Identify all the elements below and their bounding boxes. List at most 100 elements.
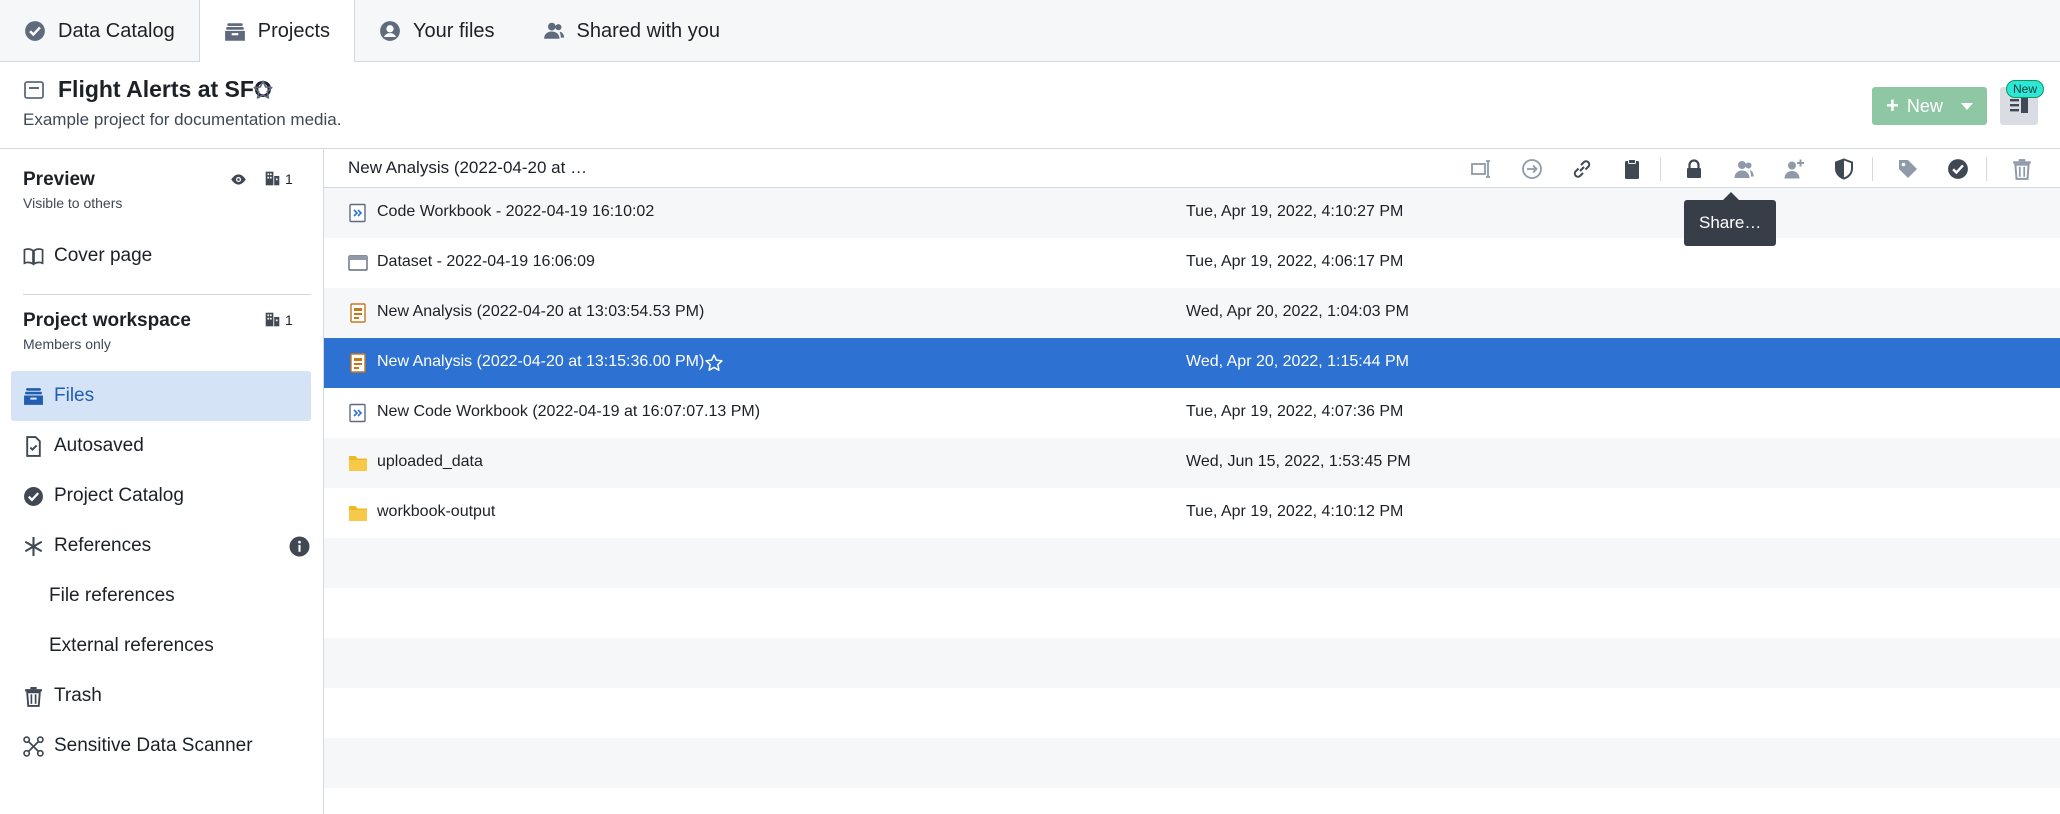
sidebar-divider (23, 294, 311, 295)
file-date: Tue, Apr 19, 2022, 4:07:36 PM (1186, 403, 1404, 420)
share-button[interactable] (1732, 157, 1756, 181)
add-user-icon (1784, 159, 1804, 179)
tag-icon (1899, 160, 1917, 178)
new-button[interactable]: + New (1872, 87, 1987, 125)
shield-icon (1835, 158, 1853, 180)
file-date: Wed, Apr 20, 2022, 1:15:44 PM (1186, 353, 1409, 370)
trash-icon (2013, 159, 2031, 180)
favorite-star-icon[interactable] (252, 79, 274, 101)
empty-row (324, 588, 2060, 638)
delete-button[interactable] (2010, 157, 2034, 181)
check-circle-icon (25, 21, 45, 41)
file-date: Tue, Apr 19, 2022, 4:10:12 PM (1186, 503, 1404, 520)
clipboard-button[interactable] (1620, 157, 1644, 181)
table-row[interactable]: uploaded_data Wed, Jun 15, 2022, 1:53:45… (324, 438, 2060, 488)
move-button[interactable] (1520, 157, 1544, 181)
dataset-icon (348, 255, 368, 271)
projects-icon (224, 22, 245, 41)
sidebar-item-cover-page[interactable]: Cover page (11, 231, 311, 281)
check-circle-icon (24, 486, 43, 506)
sidebar-item-external-references[interactable]: External references (11, 621, 311, 671)
sidebar-item-label: Sensitive Data Scanner (54, 735, 253, 756)
sidebar-item-label: Trash (54, 685, 102, 706)
check-circle-icon (1948, 159, 1968, 179)
building-icon (265, 312, 280, 327)
tab-label: Projects (257, 20, 330, 42)
sidebar-item-label: Cover page (54, 245, 153, 266)
sidebar-item-trash[interactable]: Trash (11, 671, 311, 721)
lock-button[interactable] (1682, 157, 1706, 181)
file-date: Wed, Apr 20, 2022, 1:04:03 PM (1186, 303, 1409, 320)
info-icon[interactable] (289, 536, 310, 557)
book-icon (23, 247, 44, 266)
table-row[interactable]: Dataset - 2022-04-19 16:06:09 Tue, Apr 1… (324, 238, 2060, 288)
copy-link-button[interactable] (1570, 157, 1594, 181)
building-icon (265, 171, 280, 186)
table-row[interactable]: New Analysis (2022-04-20 at 13:03:54.53 … (324, 288, 2060, 338)
table-row[interactable]: workbook-output Tue, Apr 19, 2022, 4:10:… (324, 488, 2060, 538)
user-icon (380, 21, 400, 41)
panel-list-icon (2010, 98, 2028, 113)
empty-row (324, 538, 2060, 588)
tab-label: Data Catalog (58, 19, 175, 42)
toolbar-separator (1872, 157, 1873, 181)
caret-down-icon (1960, 102, 1973, 110)
tab-projects[interactable]: Projects (198, 0, 355, 63)
file-name: Code Workbook - 2022-04-19 16:10:02 (377, 203, 655, 220)
project-header: Flight Alerts at SFO Example project for… (0, 62, 2060, 149)
sidebar-item-autosaved[interactable]: Autosaved (11, 421, 311, 471)
eye-icon (231, 174, 246, 185)
preview-visibility (230, 171, 247, 188)
endorse-button[interactable] (1946, 157, 1970, 181)
file-list: Code Workbook - 2022-04-19 16:10:02 Tue,… (324, 188, 2060, 788)
project-icon (24, 81, 44, 99)
analysis-icon (350, 303, 366, 323)
analysis-icon (350, 353, 366, 373)
add-user-button[interactable] (1782, 157, 1806, 181)
sidebar-item-label: File references (49, 585, 175, 606)
tag-button[interactable] (1896, 157, 1920, 181)
autosaved-icon (26, 435, 41, 457)
rename-icon (1471, 160, 1490, 178)
tab-shared-with-you[interactable]: Shared with you (519, 0, 744, 62)
people-icon (543, 22, 564, 39)
workspace-section-title: Project workspace (23, 310, 191, 331)
file-name: New Analysis (2022-04-20 at 13:15:36.00 … (377, 353, 705, 370)
scanner-icon (23, 735, 44, 757)
files-icon (24, 387, 43, 405)
folder-icon (349, 506, 367, 521)
sidebar-item-references[interactable]: References (11, 521, 311, 571)
sidebar-item-sensitive-data-scanner[interactable]: Sensitive Data Scanner (11, 721, 311, 771)
favorite-star-icon[interactable] (704, 353, 724, 373)
sidebar-item-label: References (54, 535, 152, 556)
toolbar-separator (1986, 157, 1987, 181)
table-row[interactable]: New Code Workbook (2022-04-19 at 16:07:0… (324, 388, 2060, 438)
lock-icon (1687, 159, 1701, 178)
file-browser: New Analysis (2022-04-20 at … Code Workb… (324, 149, 2060, 814)
table-row-selected[interactable]: New Analysis (2022-04-20 at 13:15:36.00 … (324, 338, 2060, 388)
rename-button[interactable] (1470, 157, 1494, 181)
file-name: uploaded_data (377, 453, 483, 470)
preview-section-title: Preview (23, 169, 95, 190)
file-date: Wed, Jun 15, 2022, 1:53:45 PM (1186, 453, 1411, 470)
plus-icon: + (1886, 93, 1899, 118)
file-date: Tue, Apr 19, 2022, 4:10:27 PM (1186, 203, 1404, 220)
file-name: Dataset - 2022-04-19 16:06:09 (377, 253, 595, 270)
share-tooltip: Share… (1684, 192, 1777, 246)
preview-section-subtitle: Visible to others (23, 195, 123, 211)
move-icon (1522, 159, 1542, 179)
tab-your-files[interactable]: Your files (355, 0, 519, 62)
sidebar-item-project-catalog[interactable]: Project Catalog (11, 471, 311, 521)
sidebar-item-label: Project Catalog (54, 485, 184, 506)
table-row[interactable]: Code Workbook - 2022-04-19 16:10:02 Tue,… (324, 188, 2060, 238)
workspace-member-count: 1 (264, 311, 293, 328)
breadcrumb[interactable]: New Analysis (2022-04-20 at … (348, 158, 587, 178)
empty-row (324, 688, 2060, 738)
tab-data-catalog[interactable]: Data Catalog (0, 0, 199, 62)
sidebar-item-label: Autosaved (54, 435, 144, 456)
asterisk-icon (24, 536, 43, 556)
permissions-button[interactable] (1832, 157, 1856, 181)
sidebar-item-files[interactable]: Files (11, 371, 311, 421)
file-name: workbook-output (377, 503, 496, 520)
sidebar-item-file-references[interactable]: File references (11, 571, 311, 621)
